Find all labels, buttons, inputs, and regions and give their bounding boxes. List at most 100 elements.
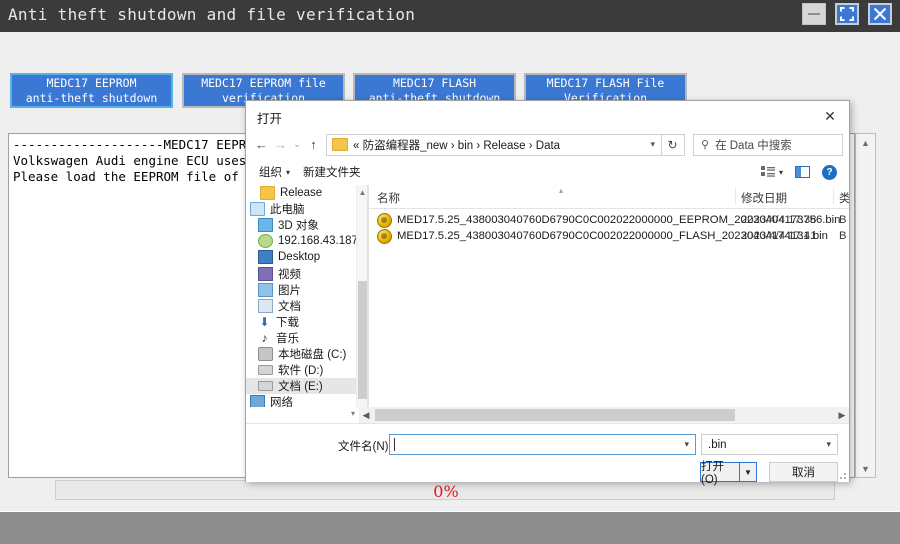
places-item[interactable]: 本地磁盘 (C:) [246,346,356,362]
file-list-horizontal-scrollbar[interactable]: ◀ ▶ [359,407,849,423]
tab-label-line1: MEDC17 EEPROM [46,75,137,90]
chevron-down-icon[interactable]: ▾ [826,439,831,450]
search-input[interactable]: ⚲ 在 Data 中搜索 [693,133,843,156]
places-item-label: 文档 (E:) [278,381,323,394]
preview-pane-icon[interactable] [795,166,810,178]
filename-label: 文件名(N): [338,438,392,454]
column-divider[interactable] [735,188,736,204]
open-dropdown-button[interactable]: ▼ [740,462,757,482]
new-folder-button[interactable]: 新建文件夹 [303,164,361,180]
text-cursor [394,438,395,451]
titlebar: Anti theft shutdown and file verificatio… [0,0,900,32]
file-type: B [839,214,847,226]
places-item[interactable]: 此电脑 [246,201,356,217]
places-item[interactable]: 图片 [246,282,356,298]
places-item[interactable]: 3D 对象 [246,217,356,233]
page-title: Anti theft shutdown and file verificatio… [8,5,416,24]
toolbar-right-group: ▾ ? [760,164,837,180]
tab-bar: MEDC17 EEPROM anti-theft shutdown MEDC17… [0,32,900,108]
close-icon [873,7,887,21]
cancel-button[interactable]: 取消 [769,462,838,482]
scrollbar-thumb[interactable] [358,281,367,399]
maximize-button[interactable] [835,3,859,25]
chevron-down-icon: ▾ [286,167,291,177]
file-modified-date: 2023/4/4 17:41 [741,230,817,242]
chevron-down-icon[interactable]: ▾ [684,439,689,450]
column-header-date[interactable]: 修改日期 [741,190,787,206]
places-item-label: 下载 [276,316,299,329]
minimize-icon [808,13,820,15]
chevron-down-icon[interactable]: ▾ [779,168,783,177]
places-item-label: Release [280,187,323,200]
places-item-label: 软件 (D:) [278,365,324,378]
column-header-name[interactable]: 名称 [377,190,400,206]
places-item-label: 音乐 [276,332,299,345]
scroll-up-icon[interactable]: ▲ [856,134,875,151]
organize-button[interactable]: 组织 ▾ [259,164,290,180]
places-item[interactable]: Desktop [246,249,356,265]
minimize-button[interactable] [802,3,826,25]
places-item[interactable]: 192.168.43.187 [246,233,356,249]
log-vertical-scrollbar[interactable]: ▲ ▼ [855,133,876,478]
places-item[interactable]: 软件 (D:) [246,362,356,378]
list-view-icon [760,166,775,177]
fullscreen-icon [840,7,854,21]
resize-grip[interactable] [837,470,847,480]
file-modified-date: 2023/4/4 17:38 [741,214,817,226]
places-item-label: 本地磁盘 (C:) [278,348,347,361]
places-item[interactable]: 文档 [246,298,356,314]
up-one-level-icon[interactable]: ↑ [304,133,323,157]
chevron-down-icon[interactable]: ▾ [650,139,655,150]
scroll-right-icon[interactable]: ▶ [835,407,849,423]
filetype-select[interactable]: .bin ▾ [701,434,838,455]
bin-file-icon [377,212,392,228]
help-icon[interactable]: ? [822,164,837,180]
cube-icon [258,218,273,233]
table-row[interactable]: MED17.5.25_438003040760D6790C0C002022000… [369,212,849,228]
places-item-label: 此电脑 [270,204,305,217]
column-divider[interactable] [833,188,834,204]
folder-icon [260,186,275,201]
dialog-footer: 文件名(N): ▾ .bin ▾ 打开(O) ▼ 取消 [246,423,849,486]
scroll-down-icon[interactable]: ▼ [856,460,875,477]
dialog-navigation-bar: ← → ⌄ ↑ « 防盗编程器_new › bin › Release › Da… [246,130,849,159]
close-button[interactable] [868,3,892,25]
places-item-label: 192.168.43.187 [278,235,356,248]
music-icon: ♪ [261,330,268,345]
filename-input[interactable]: ▾ [389,434,696,455]
address-breadcrumb-bar[interactable]: « 防盗编程器_new › bin › Release › Data ▾ [326,133,662,156]
places-item[interactable]: ⬇ 下载 [246,314,356,330]
scrollbar-thumb[interactable] [375,409,735,421]
change-view-button[interactable]: ▾ [760,166,783,178]
search-icon: ⚲ [701,139,710,151]
places-item[interactable]: 视频 [246,265,356,281]
places-item-label: 图片 [278,284,301,297]
column-header-type[interactable]: 类 [839,190,849,206]
recent-locations-icon[interactable]: ⌄ [290,133,304,157]
tab-label-line1: MEDC17 FLASH [392,75,477,90]
window-controls [802,3,892,25]
filetype-value: .bin [708,438,727,451]
file-list-column-headers: 名称 ▴ 修改日期 类 [369,185,849,209]
places-item-label: 视频 [278,268,301,281]
back-icon[interactable]: ← [252,133,271,157]
places-pane-footer: ▾ [246,407,359,423]
network-drive-icon [258,234,273,249]
open-file-dialog: 打开 ✕ ← → ⌄ ↑ « 防盗编程器_new › bin › Release… [245,100,850,486]
filename-label-text: 文件名(N): [338,441,392,453]
dialog-title: 打开 [257,112,283,126]
scroll-left-icon[interactable]: ◀ [359,407,373,423]
places-item[interactable]: 文档 (E:) [246,378,356,395]
file-list: 名称 ▴ 修改日期 类 MED17.5.25_438003040760D6790… [369,185,849,423]
places-item[interactable]: Release [246,185,356,201]
places-item[interactable]: ♪ 音乐 [246,330,356,346]
organize-label: 组织 [259,167,282,179]
table-row[interactable]: MED17.5.25_438003040760D6790C0C002022000… [369,228,849,244]
open-button[interactable]: 打开(O) [700,461,740,486]
dialog-close-icon[interactable]: ✕ [817,105,843,127]
tab-medc17-eeprom-anti-theft-shutdown[interactable]: MEDC17 EEPROM anti-theft shutdown [10,73,173,108]
forward-icon[interactable]: → [271,133,290,157]
chevron-down-icon[interactable]: ▾ [351,409,355,418]
refresh-button[interactable]: ↻ [661,133,685,156]
tab-label-line1: MEDC17 FLASH File [546,75,665,90]
